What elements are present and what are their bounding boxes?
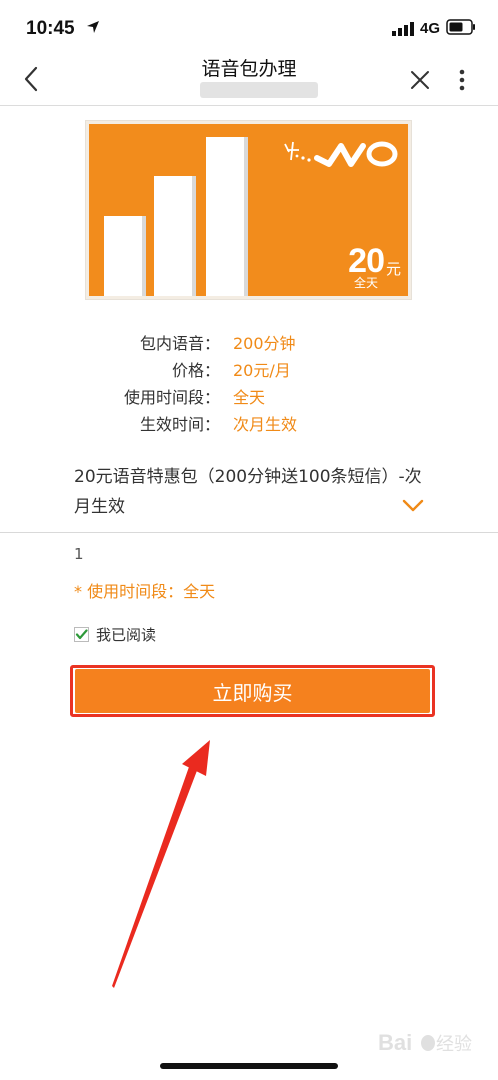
- annotation-arrow: [112, 740, 210, 988]
- svg-text:Bai: Bai: [378, 1030, 412, 1055]
- baidu-watermark-logo: Bai 经验: [378, 1030, 472, 1055]
- svg-text:经验: 经验: [436, 1034, 472, 1054]
- home-indicator: [160, 1063, 338, 1069]
